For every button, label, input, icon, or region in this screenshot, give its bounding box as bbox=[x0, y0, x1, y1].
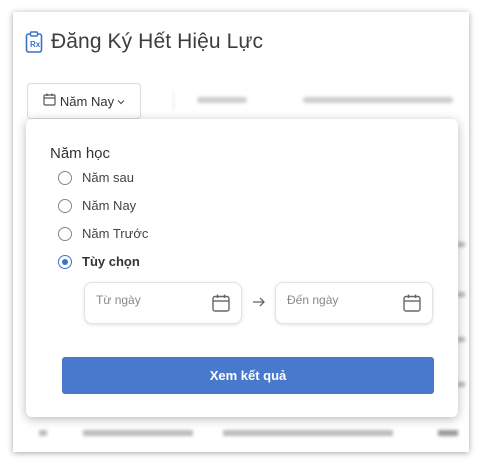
background-toolbar-blur bbox=[173, 92, 463, 110]
background-table-blur bbox=[33, 426, 463, 440]
radio-button[interactable] bbox=[58, 170, 72, 185]
arrow-right-icon bbox=[252, 295, 266, 309]
popup-section-title: Năm học bbox=[50, 145, 111, 162]
calendar-icon[interactable] bbox=[211, 293, 231, 313]
year-filter-label: Năm Nay bbox=[59, 93, 115, 109]
radio-button[interactable] bbox=[58, 198, 72, 213]
year-filter-popup: Năm học Năm sau Năm Nay Năm Trước Tùy ch… bbox=[26, 119, 458, 417]
radio-option-next-year[interactable]: Năm sau bbox=[58, 170, 134, 185]
from-date-placeholder: Từ ngày bbox=[96, 293, 141, 307]
svg-text:Rx: Rx bbox=[30, 40, 41, 49]
radio-label: Năm sau bbox=[82, 170, 135, 185]
page-title: Đăng Ký Hết Hiệu Lực bbox=[51, 30, 264, 53]
chevron-down-icon bbox=[117, 94, 125, 109]
to-date-placeholder: Đến ngày bbox=[287, 293, 339, 307]
prescription-clipboard-icon: Rx bbox=[25, 31, 43, 53]
radio-label: Năm Trước bbox=[82, 226, 149, 241]
to-date-input[interactable]: Đến ngày bbox=[275, 282, 433, 324]
radio-button[interactable] bbox=[58, 226, 72, 241]
radio-option-previous-year[interactable]: Năm Trước bbox=[58, 226, 148, 241]
radio-option-this-year[interactable]: Năm Nay bbox=[58, 198, 136, 213]
page-header: Rx Đăng Ký Hết Hiệu Lực bbox=[25, 30, 263, 54]
radio-button-checked[interactable] bbox=[58, 254, 72, 269]
calendar-icon[interactable] bbox=[402, 293, 422, 313]
view-results-button[interactable]: Xem kết quả bbox=[62, 357, 434, 394]
calendar-icon bbox=[43, 93, 56, 109]
from-date-input[interactable]: Từ ngày bbox=[84, 282, 242, 324]
radio-option-custom[interactable]: Tùy chọn bbox=[58, 254, 140, 269]
year-filter-button[interactable]: Năm Nay bbox=[27, 83, 141, 119]
radio-label: Tùy chọn bbox=[82, 254, 140, 269]
radio-label: Năm Nay bbox=[82, 198, 137, 213]
